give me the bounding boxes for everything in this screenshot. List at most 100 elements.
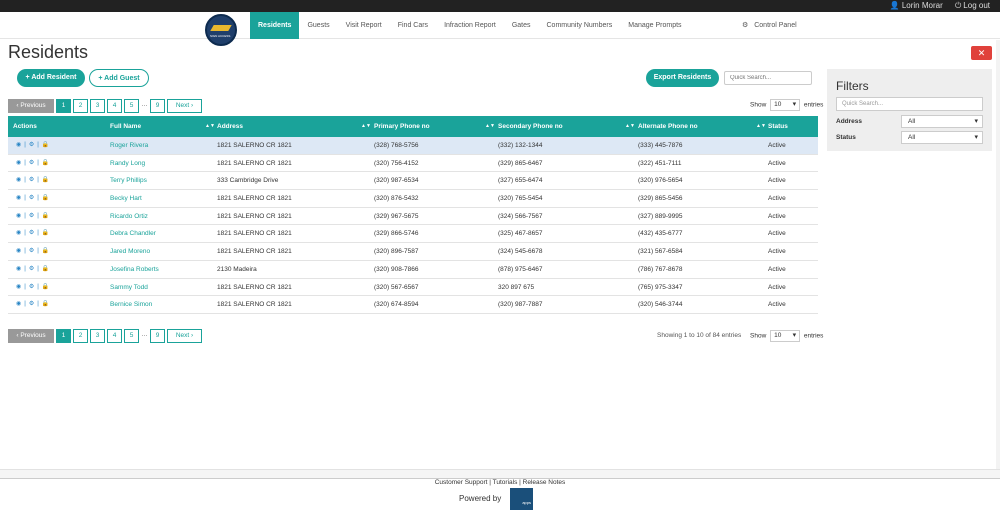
nav-guests[interactable]: Guests [299, 12, 337, 39]
page-5[interactable]: 5 [124, 99, 139, 113]
eye-icon[interactable]: ◉ [16, 284, 21, 290]
col-secondary-phone[interactable]: Secondary Phone no [498, 116, 563, 137]
lock-icon[interactable]: 🔒 [42, 230, 49, 236]
row-full-name[interactable]: Bernice Simon [110, 296, 152, 314]
nav-infraction-report[interactable]: Infraction Report [436, 12, 504, 39]
page-2[interactable]: 2 [73, 329, 88, 343]
nav-gates[interactable]: Gates [504, 12, 539, 39]
page-3[interactable]: 3 [90, 99, 105, 113]
page-5[interactable]: 5 [124, 329, 139, 343]
table-row[interactable]: ◉ | ⚙ | 🔒 Roger Rivera 1821 SALERNO CR 1821 (32… [8, 137, 818, 155]
nav-visit-report[interactable]: Visit Report [338, 12, 390, 39]
eye-icon[interactable]: ◉ [16, 230, 21, 236]
close-button[interactable]: ✕ [971, 46, 992, 60]
nav-find-cars[interactable]: Find Cars [390, 12, 436, 39]
entries-select[interactable]: 10 [770, 99, 801, 111]
sort-icon[interactable]: ▲▼ [485, 116, 495, 137]
row-full-name[interactable]: Becky Hart [110, 190, 142, 208]
gears-icon[interactable]: ⚙ [29, 284, 34, 290]
export-residents-button[interactable]: Export Residents [646, 69, 719, 87]
table-row[interactable]: ◉ | ⚙ | 🔒 Josefina Roberts 2130 Madeira (320) 9… [8, 261, 818, 279]
next-button[interactable]: Next › [167, 329, 202, 343]
sort-icon[interactable]: ▲▼ [205, 116, 215, 137]
eye-icon[interactable]: ◉ [16, 177, 21, 183]
table-row[interactable]: ◉ | ⚙ | 🔒 Terry Phillips 333 Cambridge Drive (3… [8, 172, 818, 191]
table-row[interactable]: ◉ | ⚙ | 🔒 Becky Hart 1821 SALERNO CR 1821 (320)… [8, 190, 818, 208]
lock-icon[interactable]: 🔒 [42, 160, 49, 166]
previous-button[interactable]: ‹ Previous [8, 329, 54, 343]
row-full-name[interactable]: Debra Chandler [110, 225, 156, 243]
status-filter-select[interactable]: All [901, 131, 983, 144]
table-row[interactable]: ◉ | ⚙ | 🔒 Debra Chandler 1821 SALERNO CR 1821(… [8, 225, 818, 244]
lock-icon[interactable]: 🔒 [42, 248, 49, 254]
table-row[interactable]: ◉ | ⚙ | 🔒 Jared Moreno 1821 SALERNO CR 1821 (32… [8, 243, 818, 261]
sort-icon[interactable]: ▲▼ [625, 116, 635, 137]
page-3[interactable]: 3 [90, 329, 105, 343]
table-row[interactable]: ◉ | ⚙ | 🔒 Sammy Todd 1821 SALERNO CR 1821 (320)… [8, 279, 818, 297]
nav-manage-prompts[interactable]: Manage Prompts [620, 12, 689, 39]
scrollbar[interactable] [996, 40, 1000, 470]
next-button[interactable]: Next › [167, 99, 202, 113]
user-name[interactable]: Lorin Morar [902, 1, 943, 10]
table-row[interactable]: ◉ | ⚙ | 🔒 Randy Long 1821 SALERNO CR 1821 (320)… [8, 155, 818, 173]
gears-icon[interactable]: ⚙ [29, 213, 34, 219]
logout-link[interactable]: Log out [963, 1, 990, 10]
table-row[interactable]: ◉ | ⚙ | 🔒 Bernice Simon 1821 SALERNO CR 1821 (3… [8, 296, 818, 314]
add-guest-button[interactable]: + Add Guest [89, 69, 149, 87]
eye-icon[interactable]: ◉ [16, 248, 21, 254]
page-4[interactable]: 4 [107, 99, 122, 113]
control-panel-link[interactable]: ⚙ Control Panel [742, 12, 797, 39]
nav-community-numbers[interactable]: Community Numbers [539, 12, 621, 39]
row-full-name[interactable]: Randy Long [110, 155, 145, 173]
lock-icon[interactable]: 🔒 [42, 177, 49, 183]
gears-icon[interactable]: ⚙ [29, 195, 34, 201]
lock-icon[interactable]: 🔒 [42, 142, 49, 148]
gears-icon[interactable]: ⚙ [29, 177, 34, 183]
add-resident-button[interactable]: + Add Resident [17, 69, 85, 87]
page-2[interactable]: 2 [73, 99, 88, 113]
row-full-name[interactable]: Jared Moreno [110, 243, 150, 261]
page-1[interactable]: 1 [56, 329, 71, 343]
sort-icon[interactable]: ▲▼ [756, 116, 766, 137]
quick-search-input[interactable] [724, 71, 812, 85]
page-9[interactable]: 9 [150, 329, 165, 343]
row-full-name[interactable]: Terry Phillips [110, 172, 147, 190]
powered-by-logo[interactable]: apps [510, 488, 533, 510]
row-full-name[interactable]: Josefina Roberts [110, 261, 159, 279]
row-full-name[interactable]: Ricardo Ortiz [110, 208, 148, 226]
lock-icon[interactable]: 🔒 [42, 195, 49, 201]
eye-icon[interactable]: ◉ [16, 195, 21, 201]
eye-icon[interactable]: ◉ [16, 160, 21, 166]
col-full-name[interactable]: Full Name [110, 116, 141, 137]
nav-residents[interactable]: Residents [250, 12, 300, 39]
gears-icon[interactable]: ⚙ [29, 266, 34, 272]
row-full-name[interactable]: Roger Rivera [110, 137, 148, 155]
page-4[interactable]: 4 [107, 329, 122, 343]
entries-select[interactable]: 10 [770, 330, 801, 342]
footer-links[interactable]: Customer Support | Tutorials | Release N… [0, 479, 1000, 486]
gears-icon[interactable]: ⚙ [29, 160, 34, 166]
eye-icon[interactable]: ◉ [16, 301, 21, 307]
eye-icon[interactable]: ◉ [16, 213, 21, 219]
address-filter-select[interactable]: All [901, 115, 983, 128]
app-logo[interactable]: SIGN ACCESS [205, 14, 237, 46]
col-primary-phone[interactable]: Primary Phone no [374, 116, 430, 137]
col-alternate-phone[interactable]: Alternate Phone no [638, 116, 698, 137]
lock-icon[interactable]: 🔒 [42, 266, 49, 272]
table-row[interactable]: ◉ | ⚙ | 🔒 Ricardo Ortiz 1821 SALERNO CR 1821 (3… [8, 208, 818, 226]
gears-icon[interactable]: ⚙ [29, 248, 34, 254]
eye-icon[interactable]: ◉ [16, 266, 21, 272]
page-1[interactable]: 1 [56, 99, 71, 113]
lock-icon[interactable]: 🔒 [42, 213, 49, 219]
gears-icon[interactable]: ⚙ [29, 230, 34, 236]
col-address[interactable]: Address [217, 116, 243, 137]
row-full-name[interactable]: Sammy Todd [110, 279, 148, 297]
eye-icon[interactable]: ◉ [16, 142, 21, 148]
lock-icon[interactable]: 🔒 [42, 301, 49, 307]
gears-icon[interactable]: ⚙ [29, 301, 34, 307]
gears-icon[interactable]: ⚙ [29, 142, 34, 148]
lock-icon[interactable]: 🔒 [42, 284, 49, 290]
sort-icon[interactable]: ▲▼ [361, 116, 371, 137]
page-9[interactable]: 9 [150, 99, 165, 113]
col-status[interactable]: Status [768, 116, 788, 137]
